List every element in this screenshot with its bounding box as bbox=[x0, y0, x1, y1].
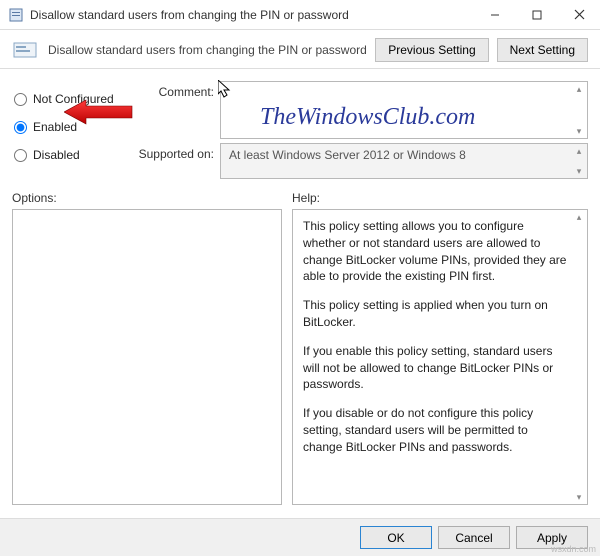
titlebar: Disallow standard users from changing th… bbox=[0, 0, 600, 30]
radio-not-configured-label: Not Configured bbox=[33, 92, 114, 106]
help-label: Help: bbox=[292, 191, 588, 205]
help-column: Help: This policy setting allows you to … bbox=[292, 191, 588, 505]
help-paragraph: If you disable or do not configure this … bbox=[303, 405, 567, 455]
supported-scroll-up-icon[interactable]: ▴ bbox=[571, 144, 587, 158]
minimize-button[interactable] bbox=[474, 0, 516, 30]
setting-title: Disallow standard users from changing th… bbox=[48, 43, 367, 57]
comment-scroll-down-icon[interactable]: ▾ bbox=[571, 124, 587, 138]
radio-disabled-label: Disabled bbox=[33, 148, 80, 162]
supported-scroll-down-icon[interactable]: ▾ bbox=[571, 164, 587, 178]
radio-enabled-input[interactable] bbox=[14, 121, 27, 134]
state-radio-group: Not Configured Enabled Disabled bbox=[14, 81, 132, 183]
comment-label: Comment: bbox=[138, 81, 220, 99]
cancel-button[interactable]: Cancel bbox=[438, 526, 510, 549]
options-column: Options: bbox=[12, 191, 282, 505]
maximize-button[interactable] bbox=[516, 0, 558, 30]
supported-on-value: At least Windows Server 2012 or Windows … bbox=[229, 148, 466, 162]
window-title: Disallow standard users from changing th… bbox=[30, 8, 474, 22]
close-button[interactable] bbox=[558, 0, 600, 30]
header: Disallow standard users from changing th… bbox=[0, 30, 600, 68]
comment-row: Comment: ▴ ▾ bbox=[138, 81, 588, 139]
policy-icon bbox=[8, 7, 24, 23]
ok-button[interactable]: OK bbox=[360, 526, 432, 549]
options-area bbox=[12, 209, 282, 505]
radio-disabled[interactable]: Disabled bbox=[14, 141, 132, 169]
supported-row: Supported on: At least Windows Server 20… bbox=[138, 143, 588, 179]
radio-disabled-input[interactable] bbox=[14, 149, 27, 162]
options-label: Options: bbox=[12, 191, 282, 205]
help-paragraph: If you enable this policy setting, stand… bbox=[303, 343, 567, 393]
form-column: Comment: ▴ ▾ Supported on: At least Wind… bbox=[138, 81, 588, 183]
radio-enabled[interactable]: Enabled bbox=[14, 113, 132, 141]
help-scroll-up-icon[interactable]: ▴ bbox=[571, 210, 587, 224]
help-paragraph: This policy setting is applied when you … bbox=[303, 297, 567, 331]
help-scroll-down-icon[interactable]: ▾ bbox=[571, 490, 587, 504]
config-area: Not Configured Enabled Disabled Comment:… bbox=[0, 77, 600, 183]
button-bar: OK Cancel Apply bbox=[0, 518, 600, 556]
comment-scroll-up-icon[interactable]: ▴ bbox=[571, 82, 587, 96]
radio-not-configured[interactable]: Not Configured bbox=[14, 85, 132, 113]
supported-on-box: At least Windows Server 2012 or Windows … bbox=[220, 143, 588, 179]
radio-not-configured-input[interactable] bbox=[14, 93, 27, 106]
setting-icon bbox=[12, 41, 40, 59]
next-setting-button[interactable]: Next Setting bbox=[497, 38, 588, 62]
apply-button[interactable]: Apply bbox=[516, 526, 588, 549]
supported-label: Supported on: bbox=[138, 143, 220, 161]
comment-textarea[interactable]: ▴ ▾ bbox=[220, 81, 588, 139]
lower-area: Options: Help: This policy setting allow… bbox=[0, 183, 600, 505]
separator bbox=[0, 68, 600, 69]
radio-enabled-label: Enabled bbox=[33, 120, 77, 134]
help-text-area: This policy setting allows you to config… bbox=[292, 209, 588, 505]
help-paragraph: This policy setting allows you to config… bbox=[303, 218, 567, 285]
previous-setting-button[interactable]: Previous Setting bbox=[375, 38, 488, 62]
